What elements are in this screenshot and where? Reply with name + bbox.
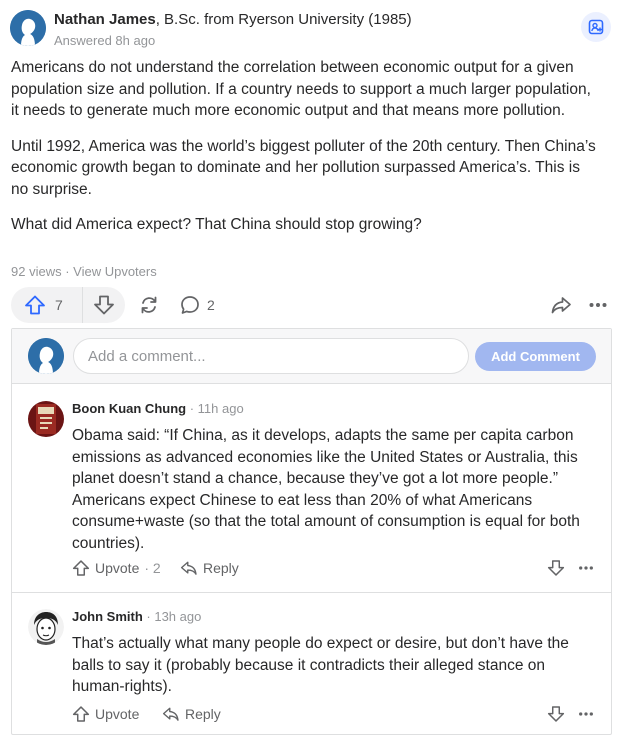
comment-button[interactable]: 2 (179, 293, 215, 317)
comment-bubble-icon (181, 296, 199, 314)
author-line: Nathan James, B.Sc. from Ryerson Univers… (54, 11, 412, 28)
more-dots-icon (579, 566, 593, 570)
comment-actions: Upvote · 2 Reply (72, 556, 602, 580)
meta-separator: · (61, 264, 74, 279)
answer-body: Americans do not understand the correlat… (11, 57, 601, 250)
share-forward-icon (551, 297, 571, 314)
author-credential: , B.Sc. from Ryerson University (1985) (155, 11, 412, 28)
comment-count: 2 (207, 297, 215, 313)
comment-upvote-label: Upvote (95, 706, 140, 722)
comment-time: · 11h ago (186, 401, 244, 416)
add-comment-bar: Add Comment (12, 329, 611, 384)
comment-item: Boon Kuan Chung · 11h ago Obama said: “I… (12, 385, 611, 593)
comment-item: John Smith · 13h ago That’s actually wha… (12, 594, 611, 734)
more-dots-icon (589, 303, 607, 307)
reply-icon (180, 561, 197, 575)
upvote-arrow-icon (72, 706, 90, 722)
answer-action-bar: 7 2 (11, 286, 613, 324)
comment-upvote-label: Upvote (95, 560, 140, 576)
view-upvoters-link[interactable]: View Upvoters (73, 264, 157, 279)
upvote-arrow-icon (25, 295, 45, 315)
add-comment-button[interactable]: Add Comment (475, 342, 596, 371)
comment-downvote-button[interactable] (544, 702, 568, 726)
comment-actions: Upvote Reply (72, 702, 602, 726)
comment-text: That’s actually what many people do expe… (72, 635, 569, 695)
comment-reply-button[interactable]: Reply (180, 556, 239, 580)
more-dots-icon (579, 712, 593, 716)
answered-time: Answered 8h ago (54, 33, 156, 48)
comment-reply-label: Reply (203, 560, 239, 576)
downvote-arrow-icon (547, 560, 565, 576)
comment-reply-label: Reply (185, 706, 221, 722)
commenter-name[interactable]: Boon Kuan Chung (72, 401, 186, 416)
profile-silhouette-icon (28, 338, 64, 374)
reply-icon (162, 707, 179, 721)
upvote-button[interactable]: 7 (11, 287, 83, 323)
comment-more-button[interactable] (574, 556, 598, 580)
author-avatar[interactable] (10, 10, 46, 46)
profile-silhouette-icon (10, 10, 46, 46)
comment-more-button[interactable] (574, 702, 598, 726)
downvote-arrow-icon (547, 706, 565, 722)
share-button[interactable] (549, 293, 573, 317)
upvote-count: 7 (55, 297, 63, 313)
commenter-avatar[interactable] (28, 609, 64, 645)
comment-header: Boon Kuan Chung · 11h ago (72, 401, 244, 416)
comment-upvote-count: · 2 (144, 560, 161, 576)
add-to-space-icon (588, 19, 604, 35)
answer-paragraph: What did America expect? That China shou… (11, 216, 422, 233)
comment-upvote-button[interactable]: Upvote · 2 (72, 556, 161, 580)
reshare-button[interactable] (137, 293, 161, 317)
cartoon-face-avatar-icon (28, 609, 64, 645)
answer-header: Nathan James, B.Sc. from Ryerson Univers… (10, 8, 613, 52)
comment-header: John Smith · 13h ago (72, 609, 201, 624)
answer-paragraph: Americans do not understand the correlat… (11, 59, 591, 119)
commenter-avatar[interactable] (28, 401, 64, 437)
comment-reply-button[interactable]: Reply (162, 702, 221, 726)
comment-input[interactable] (73, 338, 469, 374)
comments-section: Add Comment Boon Kuan Chung · 11h ago Ob… (11, 328, 612, 735)
more-options-button[interactable] (586, 293, 610, 317)
view-count: 92 views (11, 264, 62, 279)
vote-pill: 7 (11, 287, 125, 323)
comment-downvote-button[interactable] (544, 556, 568, 580)
add-to-space-button[interactable] (581, 12, 611, 42)
my-avatar (28, 338, 64, 374)
reshare-icon (141, 296, 157, 314)
upvote-arrow-icon (72, 560, 90, 576)
answer-paragraph: Until 1992, America was the world’s bigg… (11, 137, 596, 198)
comment-time: · 13h ago (142, 609, 202, 624)
comment-text: Obama said: “If China, as it develops, a… (72, 427, 580, 552)
downvote-button[interactable] (83, 287, 125, 323)
comment-upvote-button[interactable]: Upvote (72, 702, 139, 726)
commenter-name[interactable]: John Smith (72, 609, 143, 624)
answer-meta: 92 views · View Upvoters (11, 264, 157, 279)
author-name[interactable]: Nathan James (54, 11, 156, 28)
book-cover-avatar-icon (28, 401, 64, 437)
downvote-arrow-icon (94, 295, 114, 315)
